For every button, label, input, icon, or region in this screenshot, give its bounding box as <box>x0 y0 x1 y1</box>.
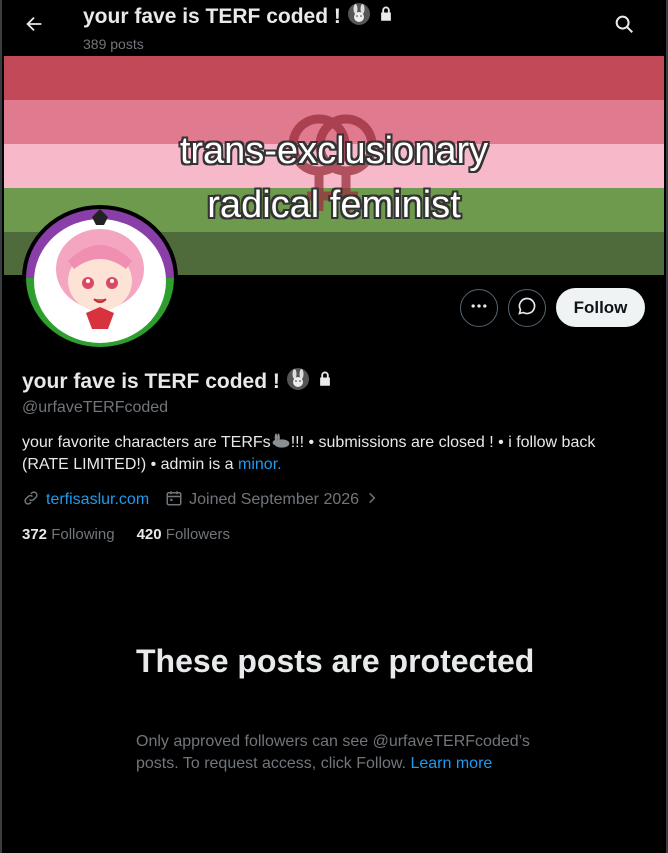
bio-link[interactable]: minor. <box>238 456 282 473</box>
website-link[interactable]: terfisaslur.com <box>46 491 149 509</box>
header-title-row: your fave is TERF coded ! <box>83 2 395 32</box>
link-icon <box>22 489 40 512</box>
profile-meta: terfisaslur.com Joined September 2026 <box>22 488 395 512</box>
followers-link[interactable]: 420 Followers <box>137 526 230 543</box>
following-count: 372 <box>22 526 48 543</box>
header-title-group: your fave is TERF coded ! 389 posts <box>83 2 395 52</box>
back-arrow-icon <box>23 13 45 40</box>
message-icon <box>517 296 537 321</box>
follow-button[interactable]: Follow <box>556 288 645 327</box>
top-bar: your fave is TERF coded ! 389 posts <box>0 0 668 56</box>
message-button[interactable] <box>508 289 546 327</box>
profile-handle: @urfaveTERFcoded <box>22 399 169 416</box>
learn-more-link[interactable]: Learn more <box>410 755 492 772</box>
following-label: Following <box>51 526 115 543</box>
rabbit-emoji-icon <box>271 433 291 451</box>
search-button[interactable] <box>604 6 644 46</box>
lock-icon <box>377 5 395 29</box>
banner-stripe <box>4 56 664 100</box>
rabbit-emoji-icon <box>286 367 310 397</box>
profile-name: your fave is TERF coded ! <box>22 370 280 393</box>
website-item: terfisaslur.com <box>22 489 149 512</box>
rabbit-emoji-icon <box>347 2 371 32</box>
protected-description: Only approved followers can see @urfaveT… <box>136 731 546 775</box>
joined-item[interactable]: Joined September 2026 <box>165 489 379 512</box>
joined-date: Joined September 2026 <box>189 491 360 508</box>
profile-name-row: your fave is TERF coded ! <box>22 367 334 397</box>
header-title: your fave is TERF coded ! <box>83 5 341 28</box>
followers-label: Followers <box>165 526 230 543</box>
more-icon <box>469 296 489 321</box>
chevron-right-icon <box>365 491 379 510</box>
follow-stats: 372 Following 420 Followers <box>22 526 230 543</box>
post-count: 389 posts <box>83 36 144 52</box>
avatar-image <box>26 209 174 347</box>
search-icon <box>613 13 635 40</box>
more-button[interactable] <box>460 289 498 327</box>
banner-line-1: trans-exclusionary <box>179 130 489 172</box>
protected-title: These posts are protected <box>136 643 535 679</box>
lock-icon <box>316 370 334 394</box>
bio-text-1: your favorite characters are TERFs <box>22 434 271 451</box>
calendar-icon <box>165 489 183 512</box>
back-button[interactable] <box>14 8 54 44</box>
avatar[interactable] <box>22 205 178 351</box>
followers-count: 420 <box>136 526 162 543</box>
following-link[interactable]: 372 Following <box>22 526 115 543</box>
profile-bio: your favorite characters are TERFs!!! • … <box>22 432 642 476</box>
